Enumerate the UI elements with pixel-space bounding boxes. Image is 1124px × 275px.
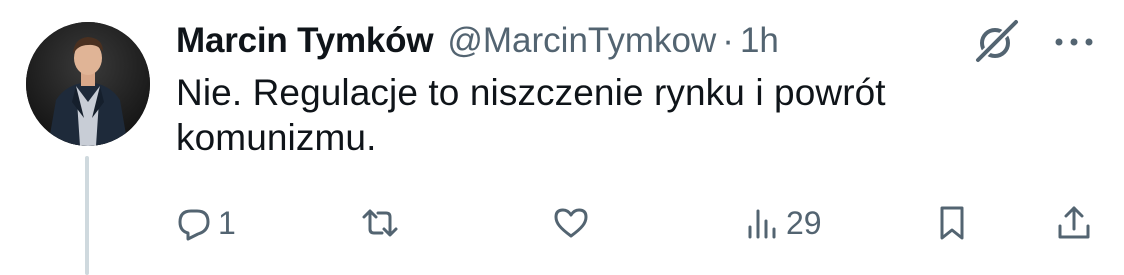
views-button[interactable]: 29 bbox=[744, 200, 822, 246]
tweet-timestamp[interactable]: 1h bbox=[740, 21, 779, 61]
avatar[interactable] bbox=[26, 22, 150, 146]
reply-count: 1 bbox=[218, 204, 236, 241]
share-button[interactable] bbox=[1056, 200, 1092, 246]
avatar-photo bbox=[26, 22, 150, 146]
retweet-button[interactable] bbox=[360, 200, 406, 246]
views-count: 29 bbox=[786, 204, 822, 241]
like-button[interactable] bbox=[552, 200, 596, 246]
author-handle[interactable]: @MarcinTymkow bbox=[447, 21, 716, 61]
reply-icon bbox=[176, 205, 212, 241]
author-display-name[interactable]: Marcin Tymków bbox=[176, 21, 434, 61]
tweet-text: Nie. Regulacje to niszczenie rynku i pow… bbox=[176, 72, 886, 158]
separator-dot: · bbox=[722, 21, 734, 60]
share-icon bbox=[1056, 204, 1092, 242]
retweet-icon bbox=[360, 205, 400, 241]
bookmark-button[interactable] bbox=[936, 200, 968, 246]
tweet-actions: 1 29 bbox=[176, 200, 1096, 246]
tweet-header: Marcin Tymków @MarcinTymkow · 1h bbox=[176, 18, 779, 64]
more-icon[interactable] bbox=[1052, 30, 1096, 54]
reply-button[interactable]: 1 bbox=[176, 200, 236, 246]
views-icon bbox=[744, 205, 780, 241]
bookmark-icon bbox=[936, 204, 968, 242]
thread-line bbox=[85, 156, 89, 275]
heart-icon bbox=[552, 205, 590, 241]
grok-icon[interactable] bbox=[970, 18, 1022, 64]
